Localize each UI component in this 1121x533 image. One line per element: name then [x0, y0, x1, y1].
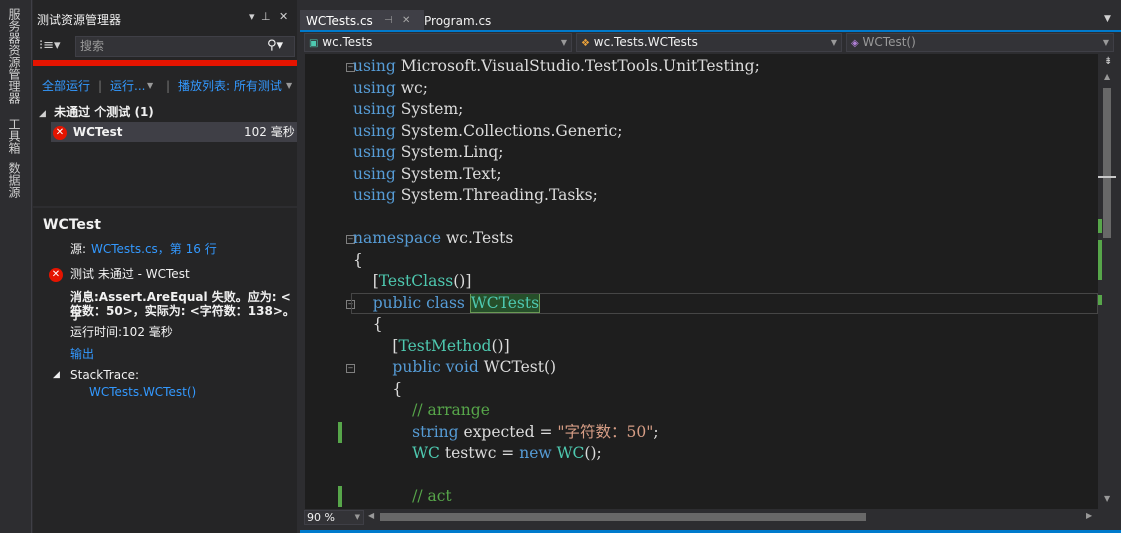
code-line: namespace wc.Tests: [353, 229, 514, 247]
tab-program[interactable]: Program.cs: [418, 10, 514, 32]
run-dropdown[interactable]: 运行...: [110, 76, 145, 96]
close-icon[interactable]: ✕: [279, 10, 288, 23]
member-dropdown[interactable]: ◈ WCTest() ▼: [846, 33, 1114, 52]
project-icon: ▣: [309, 38, 319, 49]
code-line: // arrange: [412, 401, 490, 419]
source-label: 源:: [70, 242, 87, 256]
test-status: 测试 未通过 - WCTest: [70, 267, 190, 281]
scroll-right-icon[interactable]: ▶: [1086, 511, 1092, 520]
detail-title: WCTest: [43, 217, 101, 233]
side-tab-data-sources[interactable]: 数据源: [6, 162, 23, 198]
test-detail-pane: WCTest 源: WCTests.cs，第 16 行 ✕ 测试 未通过 - W…: [33, 208, 297, 533]
output-link[interactable]: 输出: [70, 345, 94, 363]
test-duration: 102 毫秒: [244, 125, 295, 139]
collapse-triangle-icon[interactable]: ◢: [53, 366, 60, 384]
side-tab-strip: 服务器资源管理器 工具箱 数据源: [0, 0, 32, 533]
code-line: using System.Text;: [353, 164, 502, 183]
scroll-left-icon[interactable]: ◀: [368, 511, 374, 520]
editor-margin: − − − −: [305, 54, 355, 509]
close-icon[interactable]: ✕: [402, 10, 410, 32]
message-line2: 符数：50>，实际为: <字符数：138>。: [70, 304, 295, 318]
member-label: WCTest(): [862, 35, 916, 49]
change-marker: [1098, 219, 1102, 233]
run-all-link[interactable]: 全部运行: [42, 76, 90, 96]
tab-label: Program.cs: [424, 14, 492, 28]
class-icon: ❖: [581, 38, 590, 49]
dropdown-icon[interactable]: ▾: [249, 10, 255, 23]
separator: |: [166, 79, 171, 93]
split-icon[interactable]: ⇟: [1104, 56, 1112, 67]
change-marker: [1098, 240, 1102, 280]
method-icon: ◈: [851, 38, 859, 49]
playlist-dropdown[interactable]: 播放列表: 所有测试: [178, 76, 282, 96]
stacktrace-label: StackTrace:: [70, 368, 140, 382]
code-line: {: [353, 315, 383, 333]
code-editor[interactable]: − − − − using Microsoft.VisualStudio.TestTo…: [305, 54, 1098, 509]
chevron-down-icon: ▼: [286, 81, 293, 90]
chevron-down-icon: ▼: [147, 81, 154, 90]
current-line-highlight: [351, 292, 1098, 314]
zoom-level: 90 %: [307, 511, 335, 524]
navigation-bar: ▣ wc.Tests ▼ ❖ wc.Tests.WCTests ▼ ◈ WCTe…: [300, 32, 1121, 54]
group-label: 未通过 个测试 (1): [54, 105, 154, 119]
pin-icon[interactable]: ⊥: [261, 10, 271, 23]
search-input[interactable]: 搜索: [75, 36, 295, 57]
code-line: [TestClass()]: [353, 272, 472, 290]
code-line: public void WCTest(): [392, 358, 557, 376]
error-icon: ✕: [49, 267, 63, 282]
stacktrace-link[interactable]: WCTests.WCTest(): [89, 383, 196, 401]
horizontal-scroll-thumb[interactable]: [380, 513, 866, 521]
chevron-down-icon: ▼: [1102, 38, 1109, 47]
pin-icon[interactable]: ⊣: [384, 10, 393, 32]
expand-triangle-icon[interactable]: ◢: [39, 109, 46, 119]
class-dropdown[interactable]: ❖ wc.Tests.WCTests ▼: [576, 33, 842, 52]
test-row[interactable]: ✕ WCTest 102 毫秒: [51, 122, 297, 142]
caret-position-marker: [1098, 176, 1116, 178]
project-dropdown[interactable]: ▣ wc.Tests ▼: [304, 33, 572, 52]
test-name: WCTest: [72, 125, 123, 139]
code-line: using System.Collections.Generic;: [353, 121, 623, 140]
code-line: using Microsoft.VisualStudio.TestTools.U…: [353, 57, 760, 75]
code-line: using System;: [353, 100, 464, 118]
code-line: {: [353, 250, 363, 269]
elapsed-time: 运行时间:102 毫秒: [70, 325, 173, 339]
status-bar-failed: [33, 60, 297, 66]
side-tab-toolbox[interactable]: 工具箱: [6, 118, 23, 154]
chevron-down-icon: ▼: [354, 513, 360, 521]
code-line: string expected = "字符数：50";: [412, 422, 659, 441]
group-by-icon[interactable]: ⁝≡▾: [39, 38, 61, 53]
class-label: wc.Tests.WCTests: [593, 35, 698, 49]
zoom-dropdown[interactable]: 90 % ▼: [304, 510, 364, 525]
scroll-thumb[interactable]: [1103, 88, 1111, 238]
side-tab-server-explorer[interactable]: 服务器资源管理器: [6, 8, 23, 104]
test-explorer-panel: 测试资源管理器 ▾ ⊥ ✕ ⁝≡▾ 搜索 ⚲▾ 全部运行 | 运行... ▼ |…: [33, 0, 297, 533]
chevron-down-icon: ▼: [560, 38, 567, 47]
source-link[interactable]: WCTests.cs，第 16 行: [91, 240, 217, 258]
code-line: [TestMethod()]: [353, 336, 510, 355]
error-icon: ✕: [53, 125, 67, 140]
document-tab-bar: WCTests.cs ⊣ ✕ Program.cs ▼: [300, 10, 1121, 32]
separator: |: [98, 79, 103, 93]
change-indicator: [338, 486, 342, 507]
scroll-up-icon[interactable]: ▲: [1104, 72, 1110, 81]
code-line: {: [353, 379, 403, 398]
tab-label: WCTests.cs: [306, 14, 373, 28]
panel-title: 测试资源管理器: [37, 13, 122, 27]
project-label: wc.Tests: [322, 35, 373, 49]
code-line: WC testwc = new WC();: [412, 444, 602, 462]
failed-tests-group[interactable]: ◢ 未通过 个测试 (1): [39, 103, 297, 121]
code-line: using wc;: [353, 78, 428, 97]
change-marker: [1098, 295, 1102, 305]
chevron-down-icon: ▼: [830, 38, 837, 47]
code-line: using System.Linq;: [353, 143, 504, 161]
code-line: // act: [412, 487, 452, 505]
test-command-bar: 全部运行 | 运行... ▼ | 播放列表: 所有测试 ▼: [33, 76, 297, 96]
scroll-down-icon[interactable]: ▼: [1104, 494, 1110, 503]
code-line: using System.Threading.Tasks;: [353, 186, 598, 204]
search-icon[interactable]: ⚲▾: [267, 38, 283, 53]
change-indicator: [338, 421, 342, 443]
vertical-scrollbar[interactable]: ⇟ ▲ ▼: [1098, 54, 1121, 509]
tab-overflow-dropdown[interactable]: ▼: [1104, 14, 1111, 24]
tab-wctests[interactable]: WCTests.cs ⊣ ✕: [300, 10, 424, 32]
